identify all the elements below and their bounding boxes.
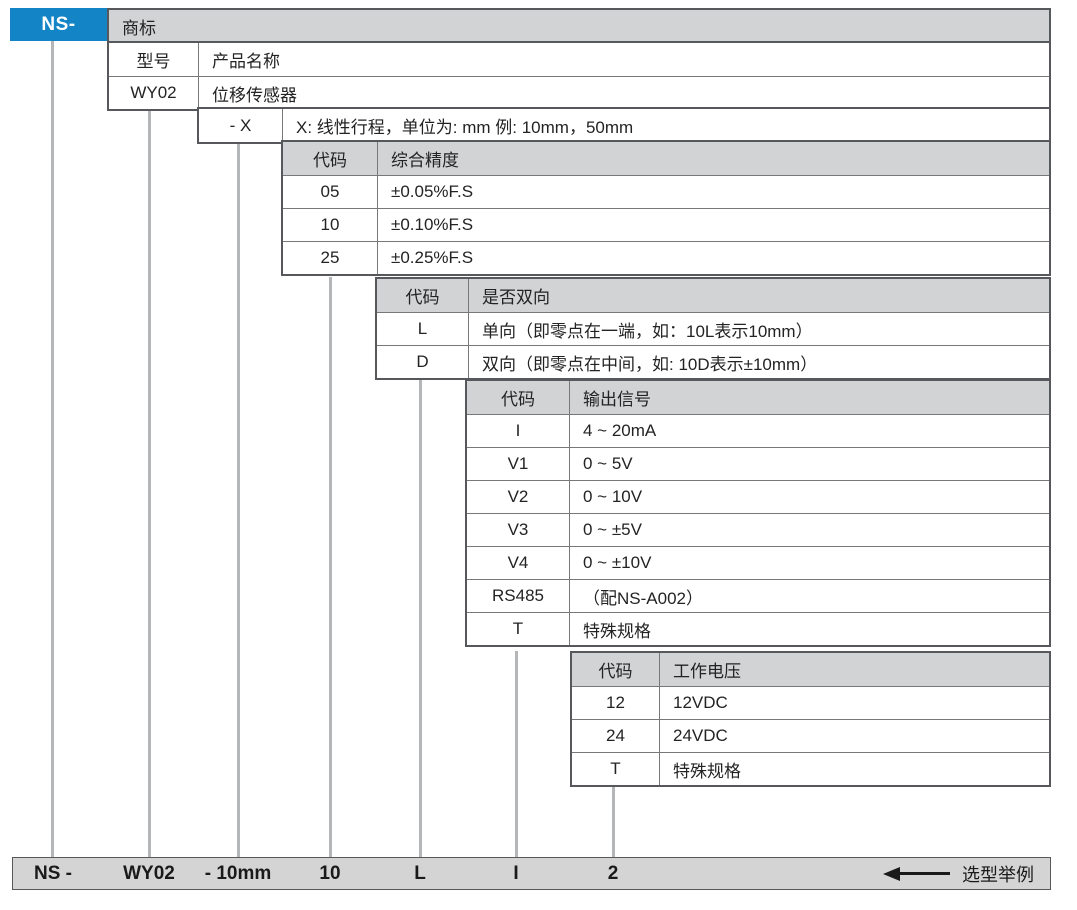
example-part-model: WY02 bbox=[123, 863, 175, 885]
output-code: RS485 bbox=[467, 580, 570, 612]
connector-line-stroke bbox=[237, 140, 240, 857]
accuracy-code: 10 bbox=[283, 209, 378, 241]
output-header-label: 输出信号 bbox=[570, 381, 1049, 414]
voltage-code: 12 bbox=[572, 687, 660, 719]
brand-code-box: NS- bbox=[10, 8, 107, 41]
connector-line-output bbox=[515, 651, 518, 857]
direction-code: D bbox=[377, 346, 469, 378]
voltage-label: 24VDC bbox=[660, 720, 1049, 752]
stroke-label: X: 线性行程，单位为: mm 例: 10mm，50mm bbox=[283, 109, 1049, 142]
connector-line-accuracy bbox=[329, 277, 332, 857]
model-header-label: 产品名称 bbox=[199, 43, 1049, 76]
model-code: WY02 bbox=[109, 77, 199, 109]
direction-label: 单向（即零点在一端，如：10L表示10mm） bbox=[469, 313, 1049, 345]
example-part-output: I bbox=[513, 863, 518, 885]
model-label: 位移传感器 bbox=[199, 77, 1049, 109]
voltage-label: 特殊规格 bbox=[660, 753, 1049, 785]
accuracy-header-label: 综合精度 bbox=[378, 142, 1049, 175]
example-part-accuracy: 10 bbox=[319, 863, 340, 885]
accuracy-code: 05 bbox=[283, 176, 378, 208]
example-caption: 选型举例 bbox=[962, 861, 1034, 887]
ordering-code-diagram: NS- 商标 型号 产品名称 WY02 位移传感器 - X X: 线性行程，单位… bbox=[0, 0, 1077, 910]
table-row: I 4 ~ 20mA bbox=[467, 414, 1049, 447]
direction-header-label: 是否双向 bbox=[469, 279, 1049, 312]
example-part-brand: NS - bbox=[34, 863, 72, 885]
trademark-label: 商标 bbox=[109, 10, 1049, 43]
table-row: 12 12VDC bbox=[572, 686, 1049, 719]
voltage-table: 代码 工作电压 12 12VDC 24 24VDC T 特殊规格 bbox=[570, 651, 1051, 787]
output-code: V3 bbox=[467, 514, 570, 546]
table-row: 25 ±0.25%F.S bbox=[283, 241, 1049, 274]
table-row: V3 0 ~ ±5V bbox=[467, 513, 1049, 546]
connector-line-model bbox=[148, 107, 151, 857]
output-label: 0 ~ 5V bbox=[570, 448, 1049, 480]
direction-header-code: 代码 bbox=[377, 279, 469, 312]
model-value-row: WY02 位移传感器 bbox=[109, 76, 1049, 109]
output-label: 0 ~ 10V bbox=[570, 481, 1049, 513]
direction-code: L bbox=[377, 313, 469, 345]
direction-table: 代码 是否双向 L 单向（即零点在一端，如：10L表示10mm） D 双向（即零… bbox=[375, 277, 1051, 380]
output-header-row: 代码 输出信号 bbox=[467, 381, 1049, 414]
output-table: 代码 输出信号 I 4 ~ 20mA V1 0 ~ 5V V2 0 ~ 10V … bbox=[465, 379, 1051, 647]
model-table: 型号 产品名称 WY02 位移传感器 bbox=[107, 41, 1051, 111]
accuracy-header-row: 代码 综合精度 bbox=[283, 142, 1049, 175]
voltage-header-code: 代码 bbox=[572, 653, 660, 686]
arrow-shaft bbox=[900, 872, 950, 875]
table-row: 24 24VDC bbox=[572, 719, 1049, 752]
voltage-code: 24 bbox=[572, 720, 660, 752]
direction-header-row: 代码 是否双向 bbox=[377, 279, 1049, 312]
voltage-header-row: 代码 工作电压 bbox=[572, 653, 1049, 686]
connector-line-voltage bbox=[612, 787, 615, 857]
model-header-row: 型号 产品名称 bbox=[109, 43, 1049, 76]
table-row: D 双向（即零点在中间，如: 10D表示±10mm） bbox=[377, 345, 1049, 378]
example-part-direction: L bbox=[414, 863, 426, 885]
accuracy-header-code: 代码 bbox=[283, 142, 378, 175]
table-row: 10 ±0.10%F.S bbox=[283, 208, 1049, 241]
output-label: 4 ~ 20mA bbox=[570, 415, 1049, 447]
stroke-row: - X X: 线性行程，单位为: mm 例: 10mm，50mm bbox=[197, 107, 1051, 144]
table-row: T 特殊规格 bbox=[572, 752, 1049, 785]
table-row: T 特殊规格 bbox=[467, 612, 1049, 645]
example-part-voltage: 2 bbox=[608, 863, 619, 885]
connector-line-direction bbox=[419, 379, 422, 857]
output-code: T bbox=[467, 613, 570, 645]
voltage-code: T bbox=[572, 753, 660, 785]
accuracy-label: ±0.10%F.S bbox=[378, 209, 1049, 241]
stroke-code: - X bbox=[199, 109, 283, 142]
output-code: V2 bbox=[467, 481, 570, 513]
accuracy-table: 代码 综合精度 05 ±0.05%F.S 10 ±0.10%F.S 25 ±0.… bbox=[281, 140, 1051, 276]
trademark-row: 商标 bbox=[107, 8, 1051, 45]
connector-line-brand bbox=[51, 41, 54, 857]
example-pointer: 选型举例 bbox=[883, 861, 1034, 887]
output-label: 0 ~ ±5V bbox=[570, 514, 1049, 546]
table-row: L 单向（即零点在一端，如：10L表示10mm） bbox=[377, 312, 1049, 345]
left-arrow-icon bbox=[883, 867, 900, 881]
example-part-stroke: - 10mm bbox=[205, 863, 272, 885]
output-code: I bbox=[467, 415, 570, 447]
accuracy-code: 25 bbox=[283, 242, 378, 274]
table-row: 05 ±0.05%F.S bbox=[283, 175, 1049, 208]
model-header-code: 型号 bbox=[109, 43, 199, 76]
output-header-code: 代码 bbox=[467, 381, 570, 414]
voltage-header-label: 工作电压 bbox=[660, 653, 1049, 686]
brand-code-text: NS- bbox=[41, 14, 75, 36]
voltage-label: 12VDC bbox=[660, 687, 1049, 719]
output-label: 0 ~ ±10V bbox=[570, 547, 1049, 579]
output-code: V1 bbox=[467, 448, 570, 480]
output-code: V4 bbox=[467, 547, 570, 579]
output-label: 特殊规格 bbox=[570, 613, 1049, 645]
accuracy-label: ±0.05%F.S bbox=[378, 176, 1049, 208]
accuracy-label: ±0.25%F.S bbox=[378, 242, 1049, 274]
direction-label: 双向（即零点在中间，如: 10D表示±10mm） bbox=[469, 346, 1049, 378]
table-row: V2 0 ~ 10V bbox=[467, 480, 1049, 513]
output-label: （配NS-A002） bbox=[570, 580, 1049, 612]
table-row: RS485 （配NS-A002） bbox=[467, 579, 1049, 612]
table-row: V4 0 ~ ±10V bbox=[467, 546, 1049, 579]
table-row: V1 0 ~ 5V bbox=[467, 447, 1049, 480]
example-bar: NS - WY02 - 10mm 10 L I 2 选型举例 bbox=[12, 857, 1051, 890]
